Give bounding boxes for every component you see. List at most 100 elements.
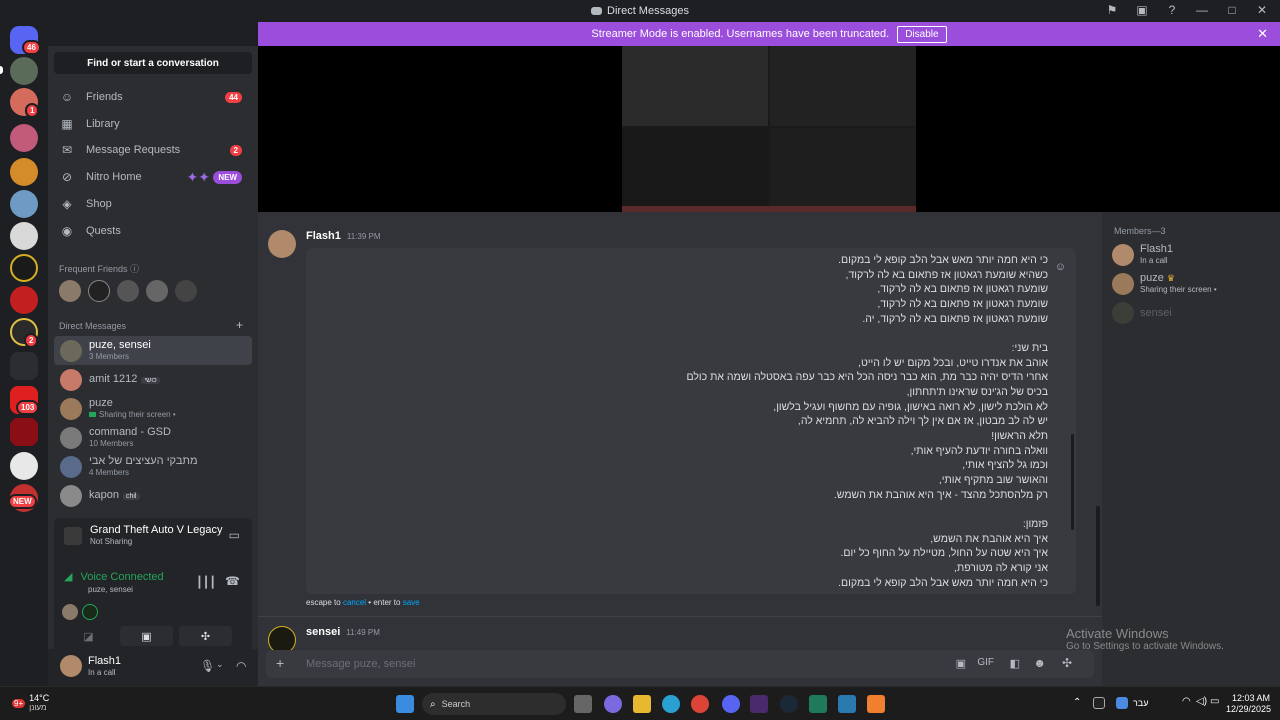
activities-button[interactable]: ✣ bbox=[179, 626, 232, 646]
gift-icon[interactable]: ▣ bbox=[956, 657, 966, 670]
server-icon[interactable] bbox=[10, 452, 38, 480]
task-view-icon[interactable] bbox=[574, 695, 592, 713]
chrome-icon[interactable] bbox=[691, 695, 709, 713]
server-icon[interactable] bbox=[10, 286, 38, 314]
close-window-button[interactable]: ✕ bbox=[1254, 2, 1270, 18]
member-item[interactable]: Flash1 In a call bbox=[1112, 244, 1173, 266]
server-icon[interactable] bbox=[10, 254, 38, 282]
dm-item[interactable]: puze, sensei 3 Members bbox=[54, 336, 252, 365]
taskbar-search[interactable]: ⌕ Search bbox=[422, 693, 566, 715]
language-indicator[interactable]: עבר bbox=[1133, 698, 1148, 708]
dm-item[interactable]: kapon chil bbox=[54, 481, 252, 510]
nav-friends[interactable]: ☺ Friends 44 bbox=[54, 85, 252, 109]
notepad-icon[interactable] bbox=[838, 695, 856, 713]
message-author[interactable]: Flash1 bbox=[306, 230, 341, 242]
gif-icon[interactable]: GIF bbox=[977, 657, 994, 668]
friend-avatar[interactable] bbox=[117, 280, 139, 302]
friend-avatar[interactable] bbox=[59, 280, 81, 302]
apps-icon[interactable]: ✣ bbox=[1062, 656, 1072, 670]
friend-avatar[interactable] bbox=[146, 280, 168, 302]
wifi-icon[interactable]: ◠ bbox=[1182, 696, 1191, 707]
app-icon[interactable] bbox=[750, 695, 768, 713]
nav-nitro-home[interactable]: ⊘ Nitro Home ✦✦ NEW bbox=[54, 165, 252, 189]
dm-item[interactable]: puze Sharing their screen • bbox=[54, 394, 252, 423]
headphones-icon[interactable]: ◠ bbox=[236, 659, 246, 673]
maximize-button[interactable]: □ bbox=[1224, 2, 1240, 18]
dm-item[interactable]: מתבקי העציצים של אבי 4 Members bbox=[54, 452, 252, 481]
emoji-icon[interactable]: ☻ bbox=[1033, 656, 1046, 670]
disable-button[interactable]: Disable bbox=[897, 25, 947, 43]
avatar bbox=[60, 484, 82, 507]
voice-avatar[interactable] bbox=[62, 604, 78, 620]
tray-icon[interactable] bbox=[1093, 697, 1105, 709]
tray-chevron-icon[interactable]: ⌃ bbox=[1073, 697, 1081, 708]
create-dm-icon[interactable]: + bbox=[236, 318, 243, 332]
nav-quests[interactable]: ◉ Quests bbox=[54, 219, 252, 243]
edit-scrollbar[interactable] bbox=[1071, 434, 1074, 530]
info-icon[interactable]: ⓘ bbox=[130, 264, 139, 274]
server-icon[interactable] bbox=[10, 124, 38, 152]
server-icon[interactable] bbox=[10, 158, 38, 186]
avatar bbox=[60, 368, 82, 391]
member-item[interactable]: sensei bbox=[1112, 302, 1172, 324]
edge-icon[interactable] bbox=[662, 695, 680, 713]
emoji-icon[interactable]: ☺ bbox=[1055, 261, 1066, 273]
dm-item[interactable]: command - GSD 10 Members bbox=[54, 423, 252, 452]
inbox-icon[interactable]: ⚑ bbox=[1104, 2, 1120, 18]
author-avatar[interactable] bbox=[268, 230, 296, 258]
stream-game-icon[interactable]: ▭ bbox=[229, 528, 240, 542]
save-link[interactable]: save bbox=[403, 598, 420, 607]
member-item[interactable]: puze ♛ Sharing their screen • bbox=[1112, 273, 1217, 295]
server-icon[interactable] bbox=[10, 57, 38, 85]
find-conversation-input[interactable]: Find or start a conversation bbox=[54, 52, 252, 74]
disconnect-icon[interactable]: ☎ bbox=[225, 574, 240, 588]
close-icon[interactable]: ✕ bbox=[1257, 26, 1268, 42]
dm-name: puze, sensei bbox=[89, 338, 151, 351]
screen-share-icon[interactable]: ▣ bbox=[1134, 2, 1150, 18]
chat-scrollbar[interactable] bbox=[1096, 506, 1100, 606]
app-icon[interactable] bbox=[867, 695, 885, 713]
tray-icon[interactable] bbox=[1116, 697, 1128, 709]
weather-widget[interactable]: 9+ 14°C מעונן bbox=[12, 693, 49, 713]
friend-avatar[interactable] bbox=[175, 280, 197, 302]
clock[interactable]: 12:03 AM 12/29/2025 bbox=[1226, 693, 1271, 715]
nav-shop[interactable]: ◈ Shop bbox=[54, 192, 252, 216]
camera-off-button[interactable]: ◪ bbox=[62, 626, 115, 646]
attach-plus-icon[interactable]: + bbox=[276, 655, 284, 671]
server-icon[interactable] bbox=[10, 222, 38, 250]
message-author[interactable]: sensei bbox=[306, 626, 340, 638]
server-folder-icon[interactable] bbox=[10, 352, 38, 380]
voice-channel[interactable]: puze, sensei bbox=[88, 585, 133, 594]
nav-label: Friends bbox=[86, 91, 123, 103]
voice-avatar[interactable] bbox=[82, 604, 98, 620]
chat-composer[interactable]: + Message puze, sensei ▣ GIF ◧ ☻ ✣ bbox=[266, 650, 1094, 678]
mail-icon: ✉ bbox=[61, 143, 73, 157]
cancel-link[interactable]: cancel bbox=[343, 598, 366, 607]
steam-icon[interactable] bbox=[780, 695, 798, 713]
start-icon[interactable] bbox=[396, 695, 414, 713]
message-edit-input[interactable]: ☺ כי היא חמה יותר מאש אבל הלב קופא לי במ… bbox=[306, 248, 1076, 594]
volume-icon[interactable]: ◁) bbox=[1196, 696, 1207, 707]
app-icon[interactable] bbox=[809, 695, 827, 713]
sticker-icon[interactable]: ◧ bbox=[1010, 657, 1020, 670]
screen-share-button[interactable]: ▣ bbox=[120, 626, 173, 646]
file-explorer-icon[interactable] bbox=[633, 695, 651, 713]
nav-library[interactable]: ▦ Library bbox=[54, 112, 252, 136]
chevron-down-icon[interactable]: ⌄ bbox=[216, 659, 224, 670]
screen-share-stream[interactable] bbox=[258, 46, 1280, 212]
battery-icon[interactable]: ▭ bbox=[1210, 696, 1219, 707]
minimize-button[interactable]: — bbox=[1194, 2, 1210, 18]
mic-icon[interactable]: 🎙 bbox=[200, 659, 215, 673]
copilot-icon[interactable] bbox=[604, 695, 622, 713]
server-icon[interactable] bbox=[10, 418, 38, 446]
friend-avatar[interactable] bbox=[88, 280, 110, 302]
lyric-line: לא הולכת לישון, לא רואה באישון, גופיה עם… bbox=[773, 401, 1048, 413]
noise-suppression-icon[interactable]: ┃┃┃ bbox=[196, 576, 216, 589]
user-avatar[interactable] bbox=[60, 655, 82, 677]
dm-item[interactable]: amit 1212 כושי bbox=[54, 365, 252, 394]
server-icon[interactable] bbox=[10, 190, 38, 218]
discord-taskbar-icon[interactable] bbox=[722, 695, 740, 713]
help-icon[interactable]: ? bbox=[1164, 2, 1180, 18]
user-name[interactable]: Flash1 bbox=[88, 655, 121, 667]
nav-message-requests[interactable]: ✉ Message Requests 2 bbox=[54, 138, 252, 162]
